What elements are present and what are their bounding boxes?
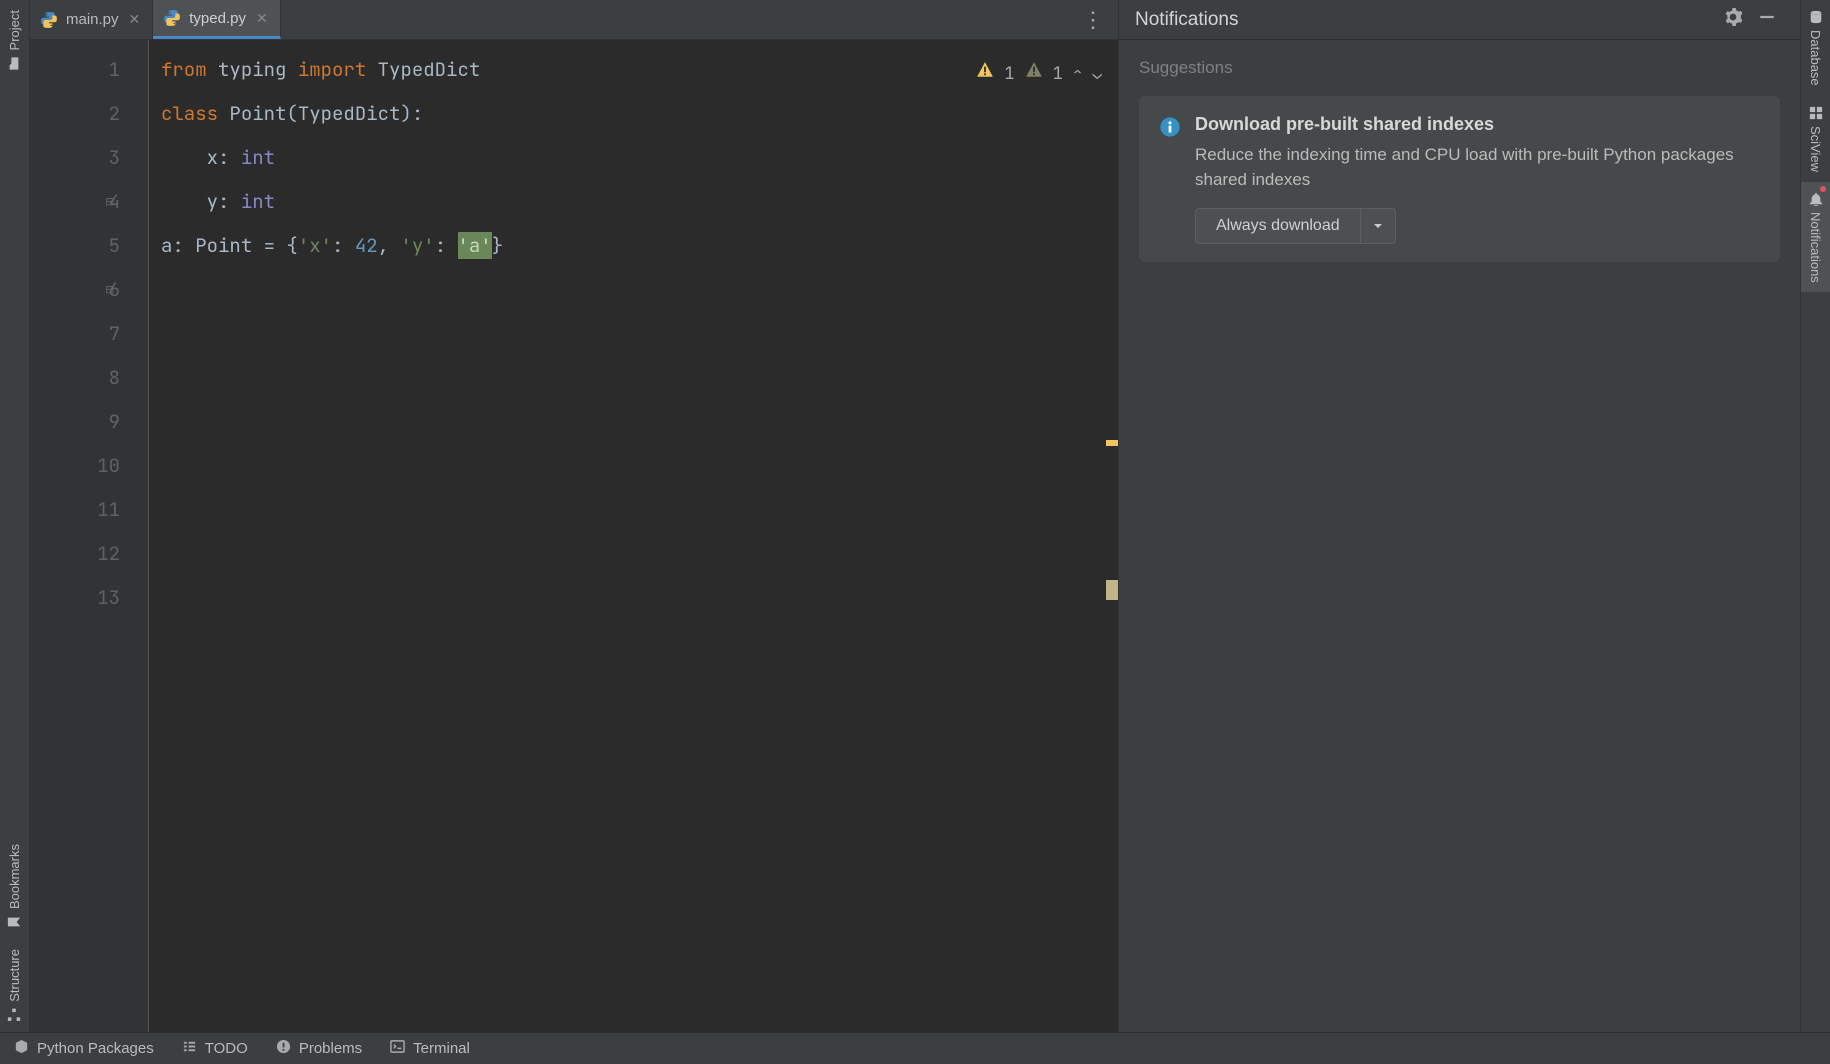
line-number: 1 (30, 48, 120, 92)
line-number: 5 (30, 224, 120, 268)
fold-start-icon[interactable]: ⊟ (106, 180, 114, 224)
code-line[interactable]: y: int (149, 180, 1118, 224)
chevron-down-icon[interactable]: ⌄ (1092, 52, 1102, 96)
code-line[interactable]: from typing import TypedDict (149, 48, 1118, 92)
toolwindow-database[interactable]: Database (1801, 0, 1830, 96)
suggestions-heading: Suggestions (1139, 58, 1780, 78)
editor-tab-bar: main.py ✕ typed.py ✕ ⋮ (30, 0, 1118, 40)
todo-label: TODO (205, 1040, 248, 1057)
python-file-icon (40, 11, 58, 29)
warning-icon (976, 52, 994, 96)
database-icon (1808, 10, 1824, 24)
line-number: 7 (30, 312, 120, 356)
chevron-down-icon (1373, 221, 1383, 231)
inspection-summary[interactable]: 1 1 ⌃ ⌄ (976, 52, 1102, 96)
structure-icon (8, 1007, 22, 1023)
toolwindow-notifications[interactable]: Notifications (1801, 182, 1830, 293)
toolwindow-sciview[interactable]: SciView (1801, 96, 1830, 182)
code-line[interactable]: a: Point = {'x': 42, 'y': 'a'} (149, 224, 1118, 268)
notification-dot-icon (1820, 186, 1826, 192)
always-download-dropdown[interactable] (1361, 208, 1396, 244)
close-icon[interactable]: ✕ (254, 10, 270, 27)
problems-label: Problems (299, 1040, 362, 1057)
sciview-icon (1808, 106, 1824, 120)
problems-icon (276, 1039, 291, 1058)
weak-warning-icon (1025, 52, 1043, 96)
bottom-tool-bar: Python Packages TODO Problems Terminal (0, 1032, 1830, 1064)
toolwindow-bookmarks[interactable]: Bookmarks (0, 834, 29, 939)
fold-end-icon[interactable]: ⊟ (106, 268, 114, 312)
toolwindow-bookmarks-label: Bookmarks (7, 844, 22, 909)
weak-warning-count: 1 (1053, 52, 1063, 96)
line-number: 9 (30, 400, 120, 444)
code-line[interactable]: x: int (149, 136, 1118, 180)
close-icon[interactable]: ✕ (127, 11, 143, 28)
notification-card: Download pre-built shared indexes Reduce… (1139, 96, 1780, 262)
toolwindow-project-label: Project (7, 10, 22, 50)
code-line[interactable]: class Point(TypedDict): (149, 92, 1118, 136)
line-number: 10 (30, 444, 120, 488)
notification-title: Download pre-built shared indexes (1195, 114, 1760, 135)
line-number: 12 (30, 532, 120, 576)
notifications-title: Notifications (1135, 9, 1239, 31)
chevron-up-icon[interactable]: ⌃ (1073, 52, 1083, 96)
editor-area: main.py ✕ typed.py ✕ ⋮ 1 2 3 ⊟4 5 (30, 0, 1118, 1032)
terminal-label: Terminal (413, 1040, 470, 1057)
always-download-button[interactable]: Always download (1195, 208, 1361, 244)
more-vert-icon: ⋮ (1082, 7, 1104, 33)
code-editor[interactable]: 1 1 ⌃ ⌄ from typing import TypedDict cla… (148, 40, 1118, 1032)
toolwindow-sciview-label: SciView (1808, 126, 1823, 172)
toolwindow-notifications-label: Notifications (1808, 212, 1823, 283)
line-number: 3 (30, 136, 120, 180)
error-stripe[interactable] (1104, 40, 1118, 1032)
notifications-toolwindow: Notifications Suggestions Download pre-b… (1118, 0, 1800, 1032)
toolwindow-project[interactable]: Project (0, 0, 29, 80)
toolwindow-structure[interactable]: Structure (0, 939, 29, 1032)
toolwindow-problems[interactable]: Problems (276, 1039, 362, 1058)
left-tool-gutter: Project Bookmarks Structure (0, 0, 30, 1032)
line-number: 13 (30, 576, 120, 620)
folder-icon (8, 55, 22, 71)
tab-typed-py[interactable]: typed.py ✕ (153, 0, 280, 39)
toolwindow-terminal[interactable]: Terminal (390, 1039, 470, 1058)
minimize-icon[interactable] (1750, 8, 1784, 31)
warning-count: 1 (1004, 52, 1014, 96)
line-number: 11 (30, 488, 120, 532)
todo-icon (182, 1039, 197, 1058)
info-icon (1159, 116, 1181, 138)
notification-description: Reduce the indexing time and CPU load wi… (1195, 143, 1760, 192)
notifications-body: Suggestions Download pre-built shared in… (1119, 40, 1800, 1032)
right-tool-gutter: Database SciView Notifications (1800, 0, 1830, 1032)
python-packages-label: Python Packages (37, 1040, 154, 1057)
python-file-icon (163, 9, 181, 27)
tab-typed-label: typed.py (189, 10, 246, 27)
toolwindow-database-label: Database (1808, 30, 1823, 86)
packages-icon (14, 1039, 29, 1058)
notifications-header: Notifications (1119, 0, 1800, 40)
warning-marker[interactable] (1106, 440, 1118, 446)
line-number: 8 (30, 356, 120, 400)
tab-overflow-menu[interactable]: ⋮ (1068, 0, 1118, 39)
toolwindow-structure-label: Structure (7, 949, 22, 1002)
gear-icon[interactable] (1716, 8, 1750, 31)
caret-marker (1106, 580, 1118, 600)
tab-main-py[interactable]: main.py ✕ (30, 0, 153, 39)
line-number: 2 (30, 92, 120, 136)
bookmark-icon (8, 914, 22, 930)
toolwindow-todo[interactable]: TODO (182, 1039, 248, 1058)
tab-main-label: main.py (66, 11, 119, 28)
toolwindow-python-packages[interactable]: Python Packages (14, 1039, 154, 1058)
bell-icon (1808, 192, 1824, 206)
terminal-icon (390, 1039, 405, 1058)
line-number-gutter: 1 2 3 ⊟4 5 ⊟6 7 8 9 10 11 12 13 (30, 40, 148, 1032)
